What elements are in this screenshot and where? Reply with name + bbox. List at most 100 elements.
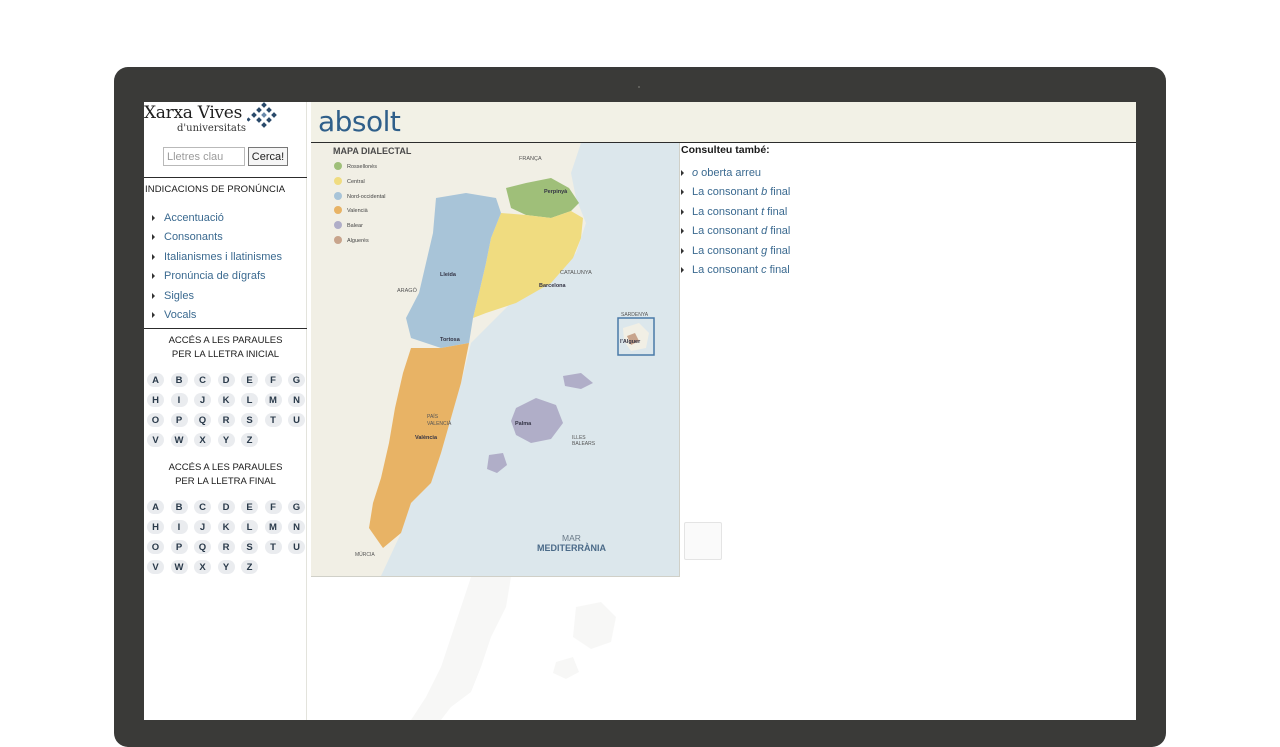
related-item[interactable]: La consonant t final [681,202,790,222]
nav-link[interactable]: Vocals [164,309,196,321]
letter-button-s[interactable]: S [241,540,258,554]
bullet-arrow-icon [152,234,155,241]
letter-button-y[interactable]: Y [217,560,235,574]
letter-button-n[interactable]: N [288,520,305,534]
letter-button-p[interactable]: P [170,413,188,427]
letter-button-o[interactable]: O [147,540,164,554]
letter-button-r[interactable]: R [217,413,235,427]
letter-button-d[interactable]: D [217,500,235,514]
letter-button-x[interactable]: X [194,433,211,447]
nav-item-consonants[interactable]: Consonants [152,228,282,248]
dialect-map[interactable]: MAPA DIALECTAL Rossellonès Central Nord-… [311,143,680,577]
letter-button-f[interactable]: F [264,373,282,387]
search-button[interactable]: Cerca! [248,147,288,166]
letter-button-t[interactable]: T [264,540,282,554]
letter-button-n[interactable]: N [288,393,305,407]
letter-button-y[interactable]: Y [217,433,235,447]
letter-button-c[interactable]: C [194,500,211,514]
letter-button-w[interactable]: W [170,560,188,574]
letter-button-j[interactable]: J [194,393,211,407]
letter-button-z[interactable]: Z [241,560,258,574]
initial-letters-title-line1: ACCÉS A LES PARAULES [168,335,283,346]
nav-link[interactable]: Sigles [164,290,194,302]
letter-button-l[interactable]: L [241,520,258,534]
label-catalunya: CATALUNYA [560,270,592,276]
label-sardenya: SARDENYA [621,312,649,318]
label-valencia-region: VALENCIÀ [427,420,452,427]
initial-letters-title: ACCÉS A LES PARAULES PER LA LLETRA INICI… [144,334,307,362]
letter-button-e[interactable]: E [241,500,258,514]
letter-button-z[interactable]: Z [241,433,258,447]
letter-button-t[interactable]: T [264,413,282,427]
letter-button-u[interactable]: U [288,413,305,427]
related-item[interactable]: o oberta arreu [681,163,790,183]
divider [144,177,307,178]
letter-button-k[interactable]: K [217,520,235,534]
letter-button-a[interactable]: A [147,500,164,514]
letter-button-a[interactable]: A [147,373,164,387]
letter-button-g[interactable]: G [288,500,305,514]
legend-swatch-balear [334,221,342,229]
related-label: final [770,244,791,257]
related-italic: g [761,244,768,257]
nav-link[interactable]: Accentuació [164,212,224,224]
bullet-arrow-icon [681,228,684,235]
letter-button-h[interactable]: H [147,520,164,534]
letter-button-w[interactable]: W [170,433,188,447]
letter-button-m[interactable]: M [264,520,282,534]
nav-item-sigles[interactable]: Sigles [152,286,282,306]
logo-title: Xarxa Vives [144,103,242,123]
letter-button-q[interactable]: Q [194,413,211,427]
letter-button-k[interactable]: K [217,393,235,407]
letter-button-q[interactable]: Q [194,540,211,554]
related-item[interactable]: La consonant d final [681,222,790,242]
nav-link[interactable]: Italianismes i llatinismes [164,251,282,263]
letter-button-v[interactable]: V [147,433,164,447]
legend-swatch-alguer [334,236,342,244]
related-item[interactable]: La consonant c final [681,261,790,281]
xarxa-vives-logo[interactable]: Xarxa Vives d'universitats [144,102,307,142]
letter-button-b[interactable]: B [170,500,188,514]
nav-item-digrafs[interactable]: Pronúncia de dígrafs [152,267,282,287]
related-italic: d [761,225,768,238]
letter-button-h[interactable]: H [147,393,164,407]
related-item[interactable]: La consonant b final [681,183,790,203]
letter-button-j[interactable]: J [194,520,211,534]
legend-label: Valencià [347,208,369,214]
letter-button-o[interactable]: O [147,413,164,427]
letter-button-r[interactable]: R [217,540,235,554]
nav-item-vocals[interactable]: Vocals [152,306,282,326]
letter-button-b[interactable]: B [170,373,188,387]
letter-button-d[interactable]: D [217,373,235,387]
letter-button-i[interactable]: I [170,393,188,407]
letter-button-v[interactable]: V [147,560,164,574]
letter-button-g[interactable]: G [288,373,305,387]
letter-button-x[interactable]: X [194,560,211,574]
letter-button-l[interactable]: L [241,393,258,407]
related-italic: t [761,205,765,218]
label-pais: PAÍS [427,413,439,420]
letter-button-f[interactable]: F [264,500,282,514]
letter-button-i[interactable]: I [170,520,188,534]
legend-swatch-rossellones [334,162,342,170]
legend-label: Balear [347,223,363,229]
label-mediterrania: MEDITERRÀNIA [537,543,606,553]
nav-item-accentuacio[interactable]: Accentuació [152,208,282,228]
letter-button-m[interactable]: M [264,393,282,407]
letter-button-c[interactable]: C [194,373,211,387]
related-item[interactable]: La consonant g final [681,241,790,261]
final-letters-title: ACCÉS A LES PARAULES PER LA LLETRA FINAL [144,461,307,489]
related-links: Consulteu també: o oberta arreu La conson… [681,144,790,280]
letter-button-s[interactable]: S [241,413,258,427]
letter-button-e[interactable]: E [241,373,258,387]
nav-item-italianismes[interactable]: Italianismes i llatinismes [152,247,282,267]
initial-letters-title-line2: PER LA LLETRA INICIAL [171,349,280,360]
letter-button-p[interactable]: P [170,540,188,554]
nav-link[interactable]: Consonants [164,231,223,243]
sidebar: Xarxa Vives d'universitats Lletres clau … [144,102,307,720]
letter-button-u[interactable]: U [288,540,305,554]
dialect-map-svg: MAPA DIALECTAL Rossellonès Central Nord-… [311,143,679,576]
search-input[interactable] [163,147,245,166]
bullet-arrow-icon [681,169,684,176]
nav-link[interactable]: Pronúncia de dígrafs [164,270,266,282]
